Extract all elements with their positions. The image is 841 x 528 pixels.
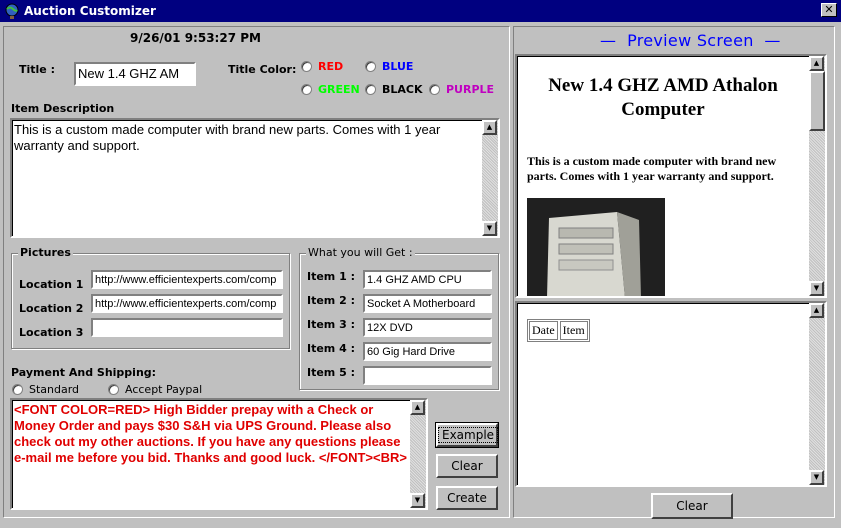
location-2-input[interactable]: http://www.efficientexperts.com/comp [91,294,283,313]
preview-table-scrollbar[interactable]: ▲ ▼ [809,303,825,485]
payment-label: Payment And Shipping: [11,366,157,379]
item-1-input[interactable]: 1.4 GHZ AMD CPU [363,270,492,289]
payment-scrollbar[interactable]: ▲ ▼ [410,400,426,508]
radio-blue-label: BLUE [382,60,414,73]
radio-red-label: RED [318,60,344,73]
create-button[interactable]: Create [436,486,498,510]
description-text: This is a custom made computer with bran… [14,122,441,153]
title-bar: Auction Customizer ✕ [0,0,841,22]
description-scrollbar[interactable]: ▲ ▼ [482,120,498,236]
item-2-input[interactable]: Socket A Motherboard [363,294,492,313]
preview-scrollbar[interactable]: ▲ ▼ [809,56,825,296]
location-1-label: Location 1 [19,278,84,291]
radio-green[interactable] [301,84,312,95]
preview-table-area[interactable]: Date Item ▲ ▼ [515,301,827,487]
scroll-thumb[interactable] [809,71,825,131]
item-5-input[interactable] [363,366,492,385]
radio-black-label: BLACK [382,83,423,96]
table-header-date: Date [529,321,558,340]
radio-purple[interactable] [429,84,440,95]
location-3-label: Location 3 [19,326,84,339]
item-4-input[interactable]: 60 Gig Hard Drive [363,342,492,361]
scroll-up-icon[interactable]: ▲ [410,400,425,415]
preview-image [527,198,665,296]
location-3-input[interactable] [91,318,283,337]
description-label: Item Description [11,102,115,115]
globe-icon [5,3,19,19]
scroll-down-icon[interactable]: ▼ [482,221,497,236]
scroll-down-icon[interactable]: ▼ [809,470,824,485]
location-1-input[interactable]: http://www.efficientexperts.com/comp [91,270,283,289]
radio-paypal[interactable] [108,384,119,395]
payment-textarea[interactable]: <FONT COLOR=RED> High Bidder prepay with… [10,398,428,510]
scroll-up-icon[interactable]: ▲ [809,303,824,318]
table-header-item: Item [559,321,588,340]
scroll-up-icon[interactable]: ▲ [482,120,497,135]
preview-header: — Preview Screen — [600,31,781,50]
title-color-label: Title Color: [228,63,297,76]
close-button[interactable]: ✕ [821,3,837,17]
item-3-label: Item 3 : [307,318,355,331]
computer-image [527,198,665,296]
radio-red[interactable] [301,61,312,72]
items-title: What you will Get : [306,246,415,259]
scroll-down-icon[interactable]: ▼ [410,493,425,508]
radio-paypal-label: Accept Paypal [125,383,203,396]
preview-table: Date Item [527,319,590,342]
title-label: Title : [19,63,55,76]
item-1-label: Item 1 : [307,270,355,283]
pictures-title: Pictures [18,246,73,259]
preview-clear-button[interactable]: Clear [651,493,733,519]
example-button-label: Example [438,427,499,443]
item-3-input[interactable]: 12X DVD [363,318,492,337]
radio-purple-label: PURPLE [446,83,495,96]
example-button[interactable]: Example [435,422,499,448]
preview-description: This is a custom made computer with bran… [527,154,777,183]
radio-standard-label: Standard [29,383,80,396]
preview-header-label: Preview Screen [627,31,754,50]
window-title: Auction Customizer [24,4,156,18]
description-textarea[interactable]: This is a custom made computer with bran… [10,118,500,238]
title-input[interactable]: New 1.4 GHZ AM [74,62,196,86]
radio-blue[interactable] [365,61,376,72]
preview-screen[interactable]: New 1.4 GHZ AMD Athalon Computer This is… [515,54,827,298]
clear-button[interactable]: Clear [436,454,498,478]
radio-green-label: GREEN [318,83,360,96]
preview-title: New 1.4 GHZ AMD Athalon Computer [548,75,778,120]
scroll-down-icon[interactable]: ▼ [809,281,824,296]
item-5-label: Item 5 : [307,366,355,379]
item-2-label: Item 2 : [307,294,355,307]
timestamp: 9/26/01 9:53:27 PM [130,31,261,45]
payment-text: <FONT COLOR=RED> High Bidder prepay with… [14,402,407,465]
location-2-label: Location 2 [19,302,84,315]
scroll-up-icon[interactable]: ▲ [809,56,824,71]
radio-standard[interactable] [12,384,23,395]
radio-black[interactable] [365,84,376,95]
item-4-label: Item 4 : [307,342,355,355]
